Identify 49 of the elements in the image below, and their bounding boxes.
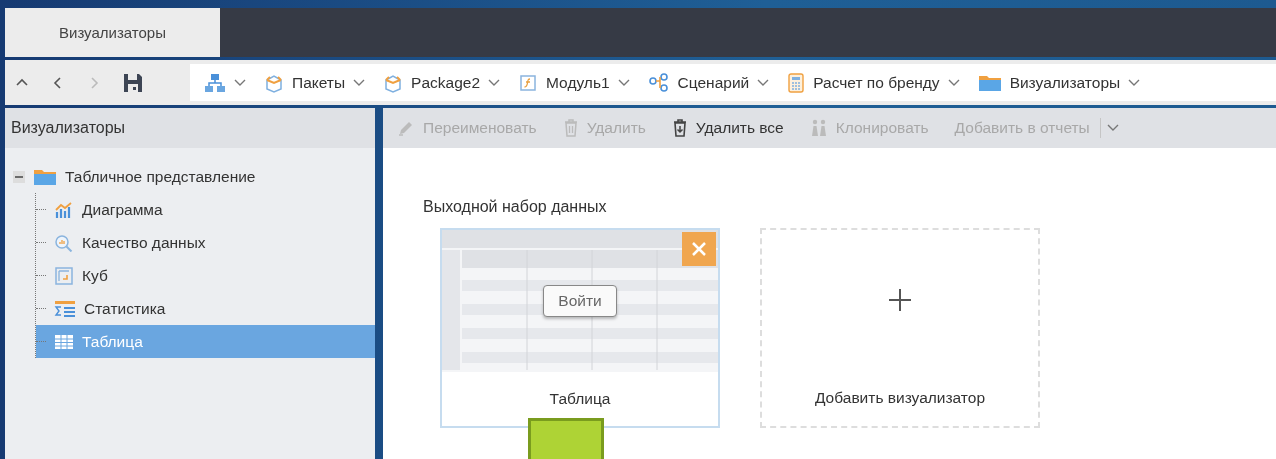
save-icon[interactable] — [123, 72, 143, 93]
figures-icon — [809, 119, 828, 137]
caret-icon — [488, 78, 500, 87]
breadcrumb[interactable]: Сценарий — [643, 72, 774, 93]
calculator-icon — [787, 72, 806, 93]
breadcrumb[interactable]: Визуализаторы — [973, 72, 1145, 93]
caret-icon — [353, 78, 366, 87]
function-icon — [518, 72, 538, 93]
tree-item[interactable]: Табличное представление — [5, 160, 375, 193]
trash-icon — [562, 118, 579, 138]
add-card[interactable]: Добавить визуализатор — [760, 228, 1040, 428]
plus-icon — [888, 288, 912, 312]
visualizer-card[interactable]: Войти Таблица — [440, 228, 720, 428]
breadcrumb[interactable]: Пакеты — [260, 72, 370, 93]
card-label: Добавить визуализатор — [814, 388, 986, 408]
caret-icon — [617, 78, 630, 87]
sigma-list-icon — [54, 299, 76, 318]
caret-icon — [757, 78, 770, 87]
enter-button[interactable]: Войти — [543, 285, 617, 317]
tab[interactable]: Визуализаторы — [5, 8, 220, 57]
box-icon — [383, 72, 404, 93]
trash-arrow-icon — [671, 118, 688, 138]
magnifier-chart-icon — [54, 233, 74, 252]
breadcrumb[interactable]: Модуль1 — [514, 72, 634, 93]
close-icon — [691, 241, 707, 257]
table-icon — [54, 333, 74, 350]
breadcrumb[interactable]: Package2 — [379, 72, 504, 93]
dropdown-button[interactable] — [1106, 124, 1119, 132]
tree-item[interactable]: Качество данных — [36, 226, 375, 259]
close-button[interactable] — [682, 232, 716, 266]
tree-item[interactable]: Диаграмма — [36, 193, 375, 226]
caret-icon — [1106, 124, 1119, 132]
collapse-icon — [13, 170, 25, 183]
caret-icon — [234, 78, 246, 87]
section-title: Выходной набор данных — [423, 198, 608, 216]
flow-icon — [647, 72, 670, 93]
caret-icon — [1128, 78, 1141, 87]
tree-item[interactable]: Куб — [36, 259, 375, 292]
panel-title: Визуализаторы — [5, 108, 375, 148]
card-label: Таблица — [548, 389, 612, 409]
pencil-icon — [397, 119, 415, 137]
hierarchy-icon — [204, 72, 226, 93]
toolbar-button[interactable]: Удалить все — [671, 118, 784, 138]
breadcrumb[interactable]: Расчет по бренду — [783, 72, 964, 93]
box-icon — [264, 72, 284, 93]
chart-icon — [54, 200, 74, 219]
tree-item[interactable]: Статистика — [36, 292, 375, 325]
grid-frame-icon — [54, 266, 74, 285]
caret-icon — [947, 78, 960, 87]
